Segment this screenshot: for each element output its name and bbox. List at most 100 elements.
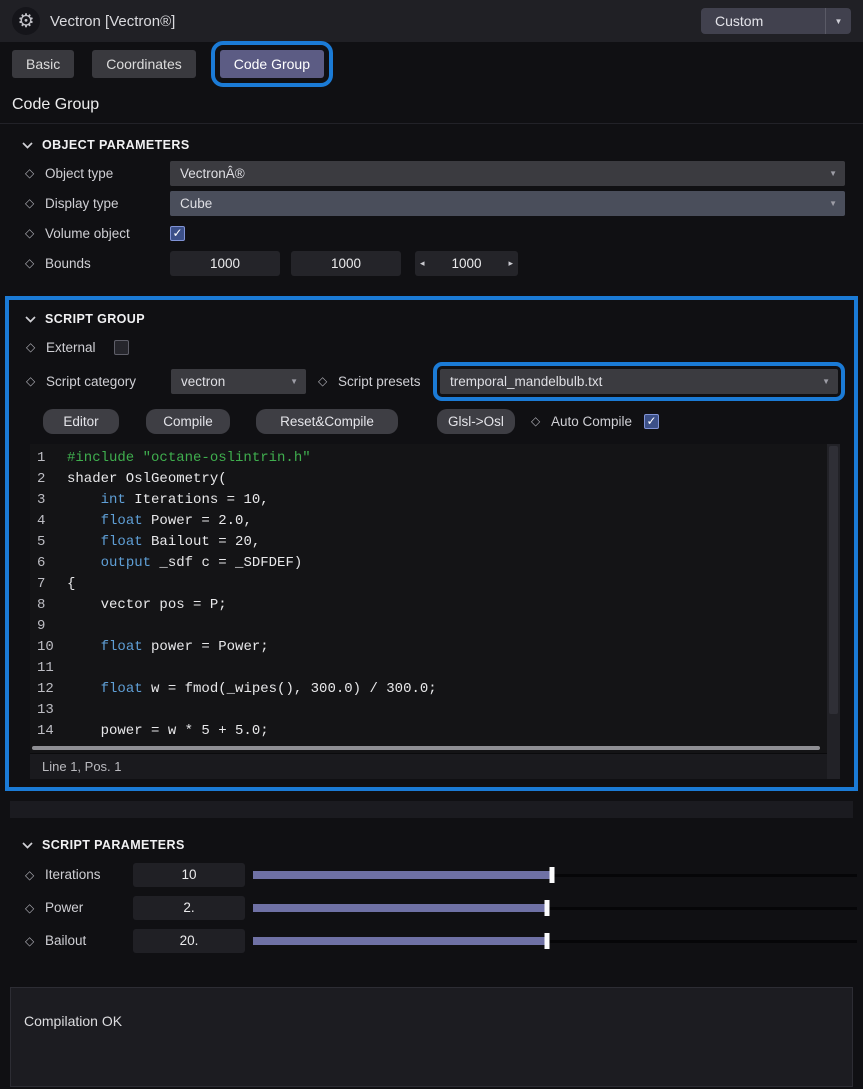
script-parameters-header: SCRIPT PARAMETERS <box>0 832 863 858</box>
collapse-chevron-icon[interactable] <box>22 842 33 849</box>
code-line[interactable]: 1#include "octane-oslintrin.h" <box>30 448 827 469</box>
bounds-x-field[interactable]: 1000 <box>170 251 280 276</box>
code-editor[interactable]: 1#include "octane-oslintrin.h"2shader Os… <box>30 444 840 779</box>
script-group-section: SCRIPT GROUP ◇ External ◇ Script categor… <box>5 296 858 791</box>
display-type-label: Display type <box>45 196 170 211</box>
bounds-z-value: 1000 <box>451 256 481 271</box>
code-line[interactable]: 8 vector pos = P; <box>30 595 827 616</box>
diamond-icon: ◇ <box>25 868 45 882</box>
slider-handle[interactable] <box>545 900 550 916</box>
chevron-down-icon: ▼ <box>822 377 830 386</box>
code-line[interactable]: 3 int Iterations = 10, <box>30 490 827 511</box>
glsl-to-osl-button[interactable]: Glsl->Osl <box>437 409 515 434</box>
code-text: float w = fmod(_wipes(), 300.0) / 300.0; <box>67 679 437 700</box>
iterations-slider[interactable] <box>253 865 857 885</box>
slider-handle[interactable] <box>545 933 550 949</box>
code-line[interactable]: 9 <box>30 616 827 637</box>
code-line[interactable]: 4 float Power = 2.0, <box>30 511 827 532</box>
code-line[interactable]: 11 <box>30 658 827 679</box>
vertical-scrollbar[interactable] <box>827 444 840 779</box>
script-presets-dropdown[interactable]: tremporal_mandelbulb.txt ▼ <box>440 369 838 394</box>
power-slider[interactable] <box>253 898 857 918</box>
code-text <box>67 616 75 637</box>
volume-object-row: ◇ Volume object ✓ <box>0 218 863 248</box>
bailout-value: 20. <box>180 933 199 948</box>
code-text: output _sdf c = _SDFDEF) <box>67 553 302 574</box>
code-line[interactable]: 14 power = w * 5 + 5.0; <box>30 721 827 742</box>
cursor-position: Line 1, Pos. 1 <box>42 759 122 774</box>
collapse-chevron-icon[interactable] <box>22 142 33 149</box>
diamond-icon: ◇ <box>25 256 45 270</box>
iterations-field[interactable]: 10 <box>133 863 245 887</box>
line-number: 3 <box>30 490 67 511</box>
line-number: 12 <box>30 679 67 700</box>
code-text: #include "octane-oslintrin.h" <box>67 448 311 469</box>
slider-fill <box>253 871 552 879</box>
compile-button[interactable]: Compile <box>146 409 230 434</box>
slider-fill <box>253 937 547 945</box>
diamond-icon: ◇ <box>26 340 46 354</box>
slider-fill <box>253 904 547 912</box>
object-parameters-header: OBJECT PARAMETERS <box>0 132 863 158</box>
editor-status-bar: Line 1, Pos. 1 <box>30 753 840 779</box>
code-line[interactable]: 7{ <box>30 574 827 595</box>
bailout-slider[interactable] <box>253 931 857 951</box>
object-parameters-section: OBJECT PARAMETERS ◇ Object type VectronÂ… <box>0 132 863 278</box>
bailout-row: ◇ Bailout 20. <box>0 924 863 957</box>
line-number: 8 <box>30 595 67 616</box>
diamond-icon: ◇ <box>25 226 45 240</box>
line-number: 2 <box>30 469 67 490</box>
script-category-dropdown[interactable]: vectron ▼ <box>171 369 306 394</box>
line-number: 11 <box>30 658 67 679</box>
power-value: 2. <box>183 900 194 915</box>
bounds-z-field[interactable]: ◂ 1000 ▸ <box>415 251 518 276</box>
reset-compile-button[interactable]: Reset&Compile <box>256 409 398 434</box>
scrollbar-thumb[interactable] <box>829 446 838 714</box>
page-title: Code Group <box>12 96 863 114</box>
code-text: int Iterations = 10, <box>67 490 269 511</box>
code-line[interactable]: 6 output _sdf c = _SDFDEF) <box>30 553 827 574</box>
tab-code-group[interactable]: Code Group <box>220 50 324 78</box>
code-line[interactable]: 13 <box>30 700 827 721</box>
vectron-node-icon: ⚙ <box>12 7 40 35</box>
slider-handle[interactable] <box>549 867 554 883</box>
gear-icon: ⚙ <box>17 10 34 33</box>
tab-basic[interactable]: Basic <box>12 50 74 78</box>
code-line[interactable]: 2shader OslGeometry( <box>30 469 827 490</box>
object-type-dropdown[interactable]: VectronÂ® ▼ <box>170 161 845 186</box>
iterations-label: Iterations <box>45 867 133 882</box>
preset-dropdown-label: Custom <box>701 13 825 29</box>
editor-button[interactable]: Editor <box>43 409 119 434</box>
bailout-field[interactable]: 20. <box>133 929 245 953</box>
external-checkbox[interactable] <box>114 340 129 355</box>
preset-dropdown-arrow[interactable]: ▼ <box>825 8 851 34</box>
collapse-chevron-icon[interactable] <box>25 316 36 323</box>
line-number: 1 <box>30 448 67 469</box>
power-field[interactable]: 2. <box>133 896 245 920</box>
custom-preset-dropdown[interactable]: Custom ▼ <box>701 8 851 34</box>
step-right-icon[interactable]: ▸ <box>508 258 513 269</box>
code-line[interactable]: 5 float Bailout = 20, <box>30 532 827 553</box>
bounds-row: ◇ Bounds 1000 1000 ◂ 1000 ▸ <box>0 248 863 278</box>
diamond-icon: ◇ <box>531 414 551 428</box>
code-text: { <box>67 574 75 595</box>
diamond-icon: ◇ <box>26 374 46 388</box>
code-line[interactable]: 12 float w = fmod(_wipes(), 300.0) / 300… <box>30 679 827 700</box>
node-title: Vectron [Vectron®] <box>50 13 175 30</box>
bounds-label: Bounds <box>45 256 170 271</box>
bounds-y-field[interactable]: 1000 <box>291 251 401 276</box>
horizontal-scrollbar[interactable] <box>32 746 820 750</box>
external-row: ◇ External <box>9 332 854 362</box>
code-line[interactable]: 10 float power = Power; <box>30 637 827 658</box>
chevron-down-icon: ▼ <box>290 377 298 386</box>
volume-object-checkbox[interactable]: ✓ <box>170 226 185 241</box>
code-lines[interactable]: 1#include "octane-oslintrin.h"2shader Os… <box>30 444 840 744</box>
tab-coordinates[interactable]: Coordinates <box>92 50 196 78</box>
auto-compile-checkbox[interactable]: ✓ <box>644 414 659 429</box>
step-left-icon[interactable]: ◂ <box>420 258 425 269</box>
code-text: float Power = 2.0, <box>67 511 252 532</box>
power-label: Power <box>45 900 133 915</box>
line-number: 10 <box>30 637 67 658</box>
display-type-dropdown[interactable]: Cube ▼ <box>170 191 845 216</box>
chevron-down-icon: ▼ <box>829 199 837 208</box>
